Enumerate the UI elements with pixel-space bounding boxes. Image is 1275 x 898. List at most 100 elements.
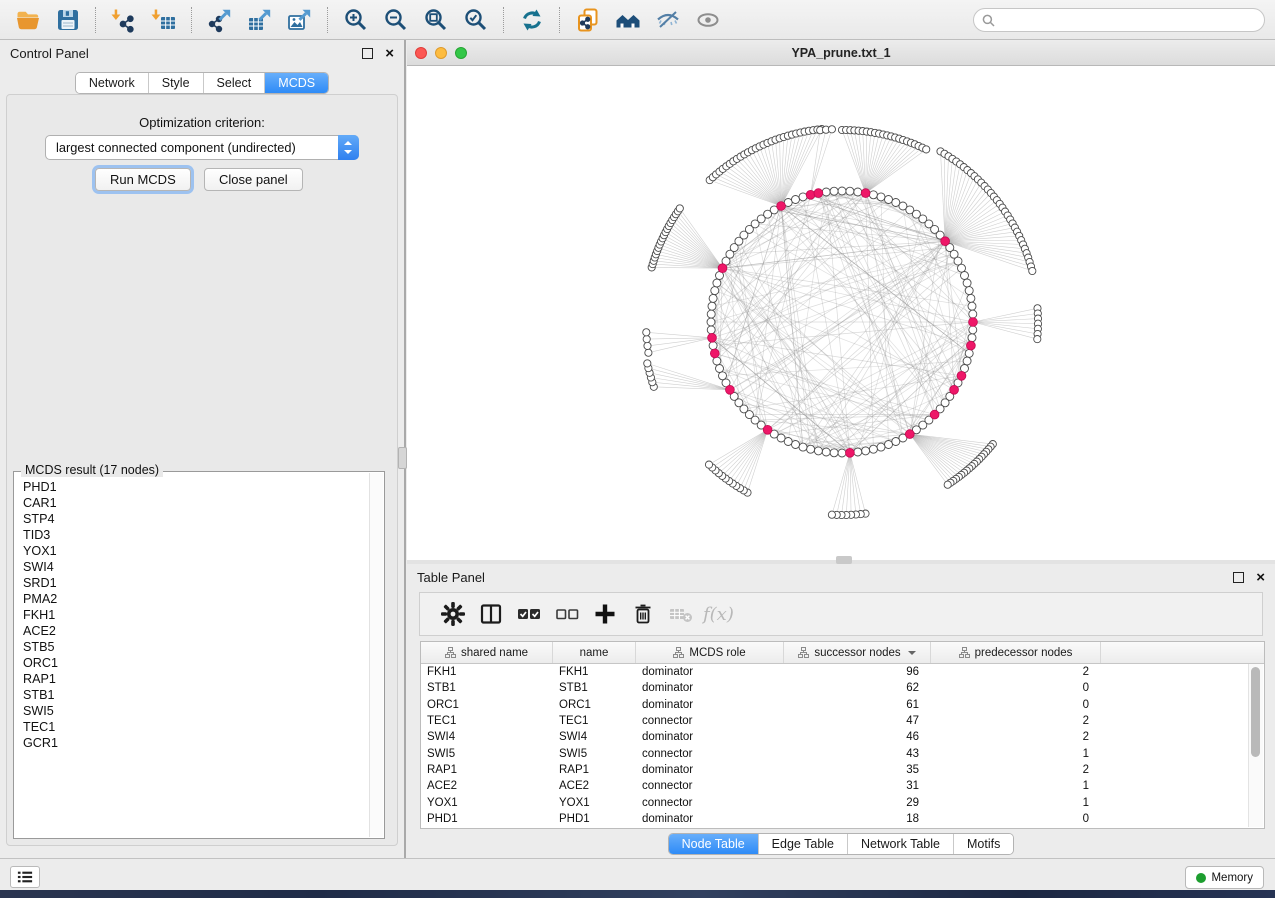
zoom-fit-button[interactable] [418, 3, 454, 37]
float-panel-icon[interactable] [362, 48, 373, 59]
tab-select[interactable]: Select [203, 73, 265, 93]
mcds-result-item[interactable]: RAP1 [23, 671, 370, 687]
gear-button[interactable] [436, 597, 470, 631]
plus-button[interactable] [588, 597, 622, 631]
tab-style[interactable]: Style [148, 73, 203, 93]
export-table-button[interactable] [242, 3, 278, 37]
mcds-result-item[interactable]: YOX1 [23, 543, 370, 559]
checked-boxes-button[interactable] [512, 597, 546, 631]
mcds-result-item[interactable]: FKH1 [23, 607, 370, 623]
tab-network-table[interactable]: Network Table [847, 834, 953, 854]
search-icon [982, 14, 995, 27]
mcds-result-item[interactable]: PMA2 [23, 591, 370, 607]
tab-node-table[interactable]: Node Table [669, 834, 758, 854]
task-history-button[interactable] [10, 866, 40, 888]
close-panel-icon[interactable] [385, 49, 394, 58]
column-header-name[interactable]: name [553, 642, 636, 663]
table-row[interactable]: TEC1TEC1connector472 [421, 713, 1264, 729]
tab-motifs[interactable]: Motifs [953, 834, 1013, 854]
mcds-result-item[interactable]: ORC1 [23, 655, 370, 671]
zoom-in-button[interactable] [338, 3, 374, 37]
column-header-predecessor-nodes[interactable]: predecessor nodes [931, 642, 1101, 663]
search-input[interactable] [995, 10, 1264, 30]
cell-predecessor-nodes: 1 [931, 780, 1101, 792]
cell-successor-nodes: 47 [784, 715, 931, 727]
export-network-button[interactable] [202, 3, 238, 37]
criterion-label: Optimization criterion: [7, 115, 397, 130]
criterion-dropdown[interactable]: largest connected component (undirected) [45, 135, 359, 160]
tab-mcds[interactable]: MCDS [264, 73, 328, 93]
cell-successor-nodes: 29 [784, 797, 931, 809]
float-table-panel-icon[interactable] [1233, 572, 1244, 583]
mcds-result-item[interactable]: ACE2 [23, 623, 370, 639]
eye-button[interactable] [690, 3, 726, 37]
table-row[interactable]: ORC1ORC1dominator610 [421, 697, 1264, 713]
mcds-result-item[interactable]: TID3 [23, 527, 370, 543]
network-canvas[interactable] [407, 66, 1275, 560]
tab-network[interactable]: Network [76, 73, 148, 93]
mcds-result-item[interactable]: SWI4 [23, 559, 370, 575]
mcds-result-item[interactable]: CAR1 [23, 495, 370, 511]
table-row[interactable]: ACE2ACE2connector311 [421, 778, 1264, 794]
search-field[interactable] [973, 8, 1265, 32]
zoom-fit-icon [423, 7, 449, 33]
tab-edge-table[interactable]: Edge Table [758, 834, 847, 854]
column-header-MCDS-role[interactable]: MCDS role [636, 642, 784, 663]
double-house-icon [615, 7, 641, 33]
import-table-button[interactable] [146, 3, 182, 37]
column-header-successor-nodes[interactable]: successor nodes [784, 642, 931, 663]
zoom-out-button[interactable] [378, 3, 414, 37]
table-row[interactable]: FKH1FKH1dominator962 [421, 664, 1264, 680]
table-scrollbar[interactable] [1248, 664, 1263, 827]
mcds-result-item[interactable]: STB5 [23, 639, 370, 655]
cell-name: STB1 [553, 682, 636, 694]
table-row[interactable]: SWI4SWI4dominator462 [421, 729, 1264, 745]
mcds-list-scrollbar[interactable] [369, 473, 383, 837]
desktop-wallpaper-strip [0, 890, 1275, 898]
mcds-result-item[interactable]: GCR1 [23, 735, 370, 751]
save-session-button[interactable] [50, 3, 86, 37]
toolbar-separator [191, 7, 193, 33]
open-file-button[interactable] [10, 3, 46, 37]
cell-MCDS-role: dominator [636, 731, 784, 743]
mcds-result-item[interactable]: TEC1 [23, 719, 370, 735]
table-columns-button[interactable] [474, 597, 508, 631]
mcds-result-item[interactable]: SRD1 [23, 575, 370, 591]
cell-predecessor-nodes: 1 [931, 748, 1101, 760]
memory-button[interactable]: Memory [1185, 866, 1264, 889]
table-row[interactable]: RAP1RAP1dominator352 [421, 762, 1264, 778]
run-mcds-button[interactable]: Run MCDS [95, 168, 191, 191]
mcds-result-item[interactable]: STB1 [23, 687, 370, 703]
table-row[interactable]: STB1STB1dominator620 [421, 680, 1264, 696]
function-icon: f(x) [702, 601, 736, 627]
horizontal-splitter-handle[interactable] [836, 556, 852, 564]
vertical-splitter-handle[interactable] [398, 447, 407, 469]
mcds-result-item[interactable]: SWI5 [23, 703, 370, 719]
close-panel-button[interactable]: Close panel [204, 168, 303, 191]
clone-network-button[interactable] [570, 3, 606, 37]
table-row[interactable]: YOX1YOX1connector291 [421, 794, 1264, 810]
mcds-result-item[interactable]: PHD1 [23, 479, 370, 495]
refresh-button[interactable] [514, 3, 550, 37]
table-row[interactable]: PHD1PHD1dominator180 [421, 811, 1264, 827]
close-table-panel-icon[interactable] [1256, 573, 1265, 582]
table-scrollbar-thumb[interactable] [1251, 667, 1260, 757]
eye-slash-button[interactable] [650, 3, 686, 37]
dropdown-stepper-icon [338, 135, 359, 160]
double-house-button[interactable] [610, 3, 646, 37]
zoom-out-icon [383, 7, 409, 33]
export-image-button[interactable] [282, 3, 318, 37]
mcds-result-item[interactable]: STP4 [23, 511, 370, 527]
column-header-shared-name[interactable]: shared name [421, 642, 553, 663]
table-row[interactable]: SWI5SWI5connector431 [421, 745, 1264, 761]
import-network-button[interactable] [106, 3, 142, 37]
network-titlebar[interactable]: YPA_prune.txt_1 [407, 40, 1275, 66]
trash-button[interactable] [626, 597, 660, 631]
zoom-selected-button[interactable] [458, 3, 494, 37]
sort-desc-icon [908, 651, 916, 659]
refresh-icon [519, 7, 545, 33]
shared-column-icon [959, 647, 970, 658]
unchecked-boxes-button[interactable] [550, 597, 584, 631]
table-columns-icon [478, 601, 504, 627]
cell-MCDS-role: dominator [636, 666, 784, 678]
